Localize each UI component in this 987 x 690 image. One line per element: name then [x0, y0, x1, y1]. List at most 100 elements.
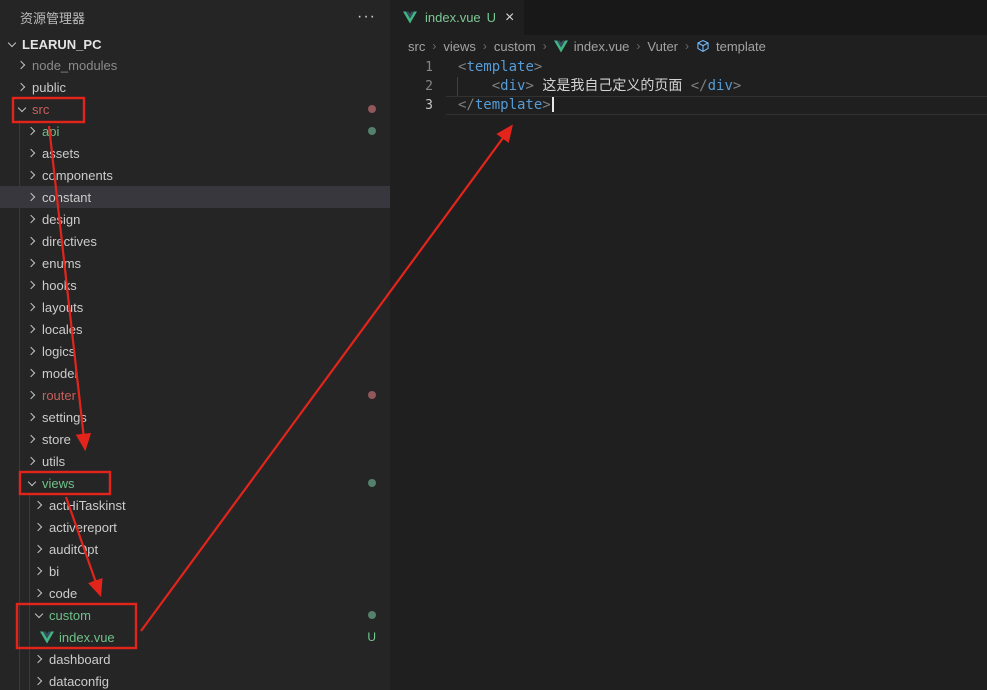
explorer-title: 资源管理器: [20, 8, 85, 27]
sidebar-item-enums[interactable]: enums: [0, 252, 390, 274]
code-line-3[interactable]: 3</template>: [390, 96, 987, 115]
git-status-badge: U: [487, 10, 496, 25]
chevron-right-icon: [14, 57, 30, 73]
item-label: public: [32, 80, 66, 95]
symbol-template-icon: [696, 38, 713, 54]
sidebar-item-index-vue[interactable]: index.vueU: [0, 626, 390, 648]
sidebar-item-src[interactable]: src: [0, 98, 390, 120]
chevron-right-icon: [24, 189, 40, 205]
code-line-1[interactable]: 1<template>: [390, 58, 987, 77]
item-label: actHiTaskinst: [49, 498, 126, 513]
more-actions-icon[interactable]: ···: [357, 12, 376, 22]
item-label: components: [42, 168, 113, 183]
git-modified-dot: [368, 105, 376, 113]
breadcrumb-label: custom: [494, 39, 536, 54]
sidebar-item-assets[interactable]: assets: [0, 142, 390, 164]
item-label: auditOpt: [49, 542, 98, 557]
explorer-title-bar: 资源管理器 ···: [0, 0, 390, 34]
sidebar-item-components[interactable]: components: [0, 164, 390, 186]
chevron-right-icon: [24, 233, 40, 249]
code-editor[interactable]: 1<template>2 <div> 这是我自己定义的页面 </div>3</t…: [390, 57, 987, 115]
sidebar-item-activereport[interactable]: activereport: [0, 516, 390, 538]
sidebar-item-directives[interactable]: directives: [0, 230, 390, 252]
sidebar-item-locales[interactable]: locales: [0, 318, 390, 340]
item-label: node_modules: [32, 58, 117, 73]
chevron-right-icon: [31, 563, 47, 579]
sidebar-item-design[interactable]: design: [0, 208, 390, 230]
chevron-right-icon: [31, 497, 47, 513]
breadcrumb-item-index-vue[interactable]: index.vue: [554, 38, 630, 54]
item-label: router: [42, 388, 76, 403]
breadcrumb-separator: ›: [432, 39, 436, 53]
breadcrumb-item-Vuter[interactable]: Vuter: [647, 39, 678, 54]
item-label: activereport: [49, 520, 117, 535]
item-label: bi: [49, 564, 59, 579]
sidebar-item-auditOpt[interactable]: auditOpt: [0, 538, 390, 560]
breadcrumb-item-template[interactable]: template: [696, 38, 766, 54]
breadcrumb-label: Vuter: [647, 39, 678, 54]
sidebar-item-code[interactable]: code: [0, 582, 390, 604]
git-untracked-dot: [368, 479, 376, 487]
breadcrumb-item-views[interactable]: views: [443, 39, 476, 54]
chevron-right-icon: [24, 387, 40, 403]
git-modified-dot: [368, 391, 376, 399]
sidebar-item-dashboard[interactable]: dashboard: [0, 648, 390, 670]
close-icon[interactable]: ×: [505, 11, 514, 25]
sidebar-item-utils[interactable]: utils: [0, 450, 390, 472]
chevron-right-icon: [31, 541, 47, 557]
chevron-right-icon: [24, 145, 40, 161]
chevron-right-icon: [24, 167, 40, 183]
breadcrumb: src›views›custom›index.vue›Vuter›templat…: [390, 35, 987, 57]
breadcrumb-separator: ›: [483, 39, 487, 53]
chevron-right-icon: [24, 211, 40, 227]
tab-label: index.vue: [425, 10, 481, 25]
sidebar-item-router[interactable]: router: [0, 384, 390, 406]
sidebar-item-node_modules[interactable]: node_modules: [0, 54, 390, 76]
chevron-right-icon: [24, 299, 40, 315]
chevron-right-icon: [24, 123, 40, 139]
sidebar-item-actHiTaskinst[interactable]: actHiTaskinst: [0, 494, 390, 516]
vue-icon: [403, 10, 420, 26]
code-line-2[interactable]: 2 <div> 这是我自己定义的页面 </div>: [390, 77, 987, 96]
chevron-down-icon: [24, 475, 40, 491]
item-label: src: [32, 102, 49, 117]
breadcrumb-separator: ›: [543, 39, 547, 53]
item-label: settings: [42, 410, 87, 425]
sidebar-item-settings[interactable]: settings: [0, 406, 390, 428]
sidebar-item-dataconfig[interactable]: dataconfig: [0, 670, 390, 690]
breadcrumb-separator: ›: [636, 39, 640, 53]
item-label: hooks: [42, 278, 77, 293]
sidebar-item-api[interactable]: api: [0, 120, 390, 142]
vue-icon: [554, 38, 571, 54]
sidebar-item-hooks[interactable]: hooks: [0, 274, 390, 296]
git-untracked-dot: [368, 127, 376, 135]
git-untracked-dot: [368, 611, 376, 619]
sidebar-item-layouts[interactable]: layouts: [0, 296, 390, 318]
breadcrumb-item-custom[interactable]: custom: [494, 39, 536, 54]
sidebar-item-bi[interactable]: bi: [0, 560, 390, 582]
item-label: index.vue: [59, 630, 115, 645]
item-label: code: [49, 586, 77, 601]
root-folder-label: LEARUN_PC: [22, 37, 101, 52]
chevron-right-icon: [31, 673, 47, 689]
item-label: custom: [49, 608, 91, 623]
tab-index-vue[interactable]: index.vue U ×: [390, 0, 524, 35]
chevron-right-icon: [24, 277, 40, 293]
sidebar-item-public[interactable]: public: [0, 76, 390, 98]
chevron-right-icon: [31, 519, 47, 535]
item-label: design: [42, 212, 80, 227]
chevron-right-icon: [24, 431, 40, 447]
sidebar-item-logics[interactable]: logics: [0, 340, 390, 362]
sidebar-item-custom[interactable]: custom: [0, 604, 390, 626]
sidebar-item-constant[interactable]: constant: [0, 186, 390, 208]
sidebar-item-views[interactable]: views: [0, 472, 390, 494]
sidebar-item-model[interactable]: model: [0, 362, 390, 384]
chevron-right-icon: [31, 651, 47, 667]
sidebar-item-store[interactable]: store: [0, 428, 390, 450]
sidebar-root-folder[interactable]: LEARUN_PC: [0, 34, 390, 54]
item-label: enums: [42, 256, 81, 271]
code-text: <template>: [433, 58, 542, 77]
item-label: locales: [42, 322, 82, 337]
breadcrumb-item-src[interactable]: src: [408, 39, 425, 54]
line-number: 2: [390, 77, 433, 96]
